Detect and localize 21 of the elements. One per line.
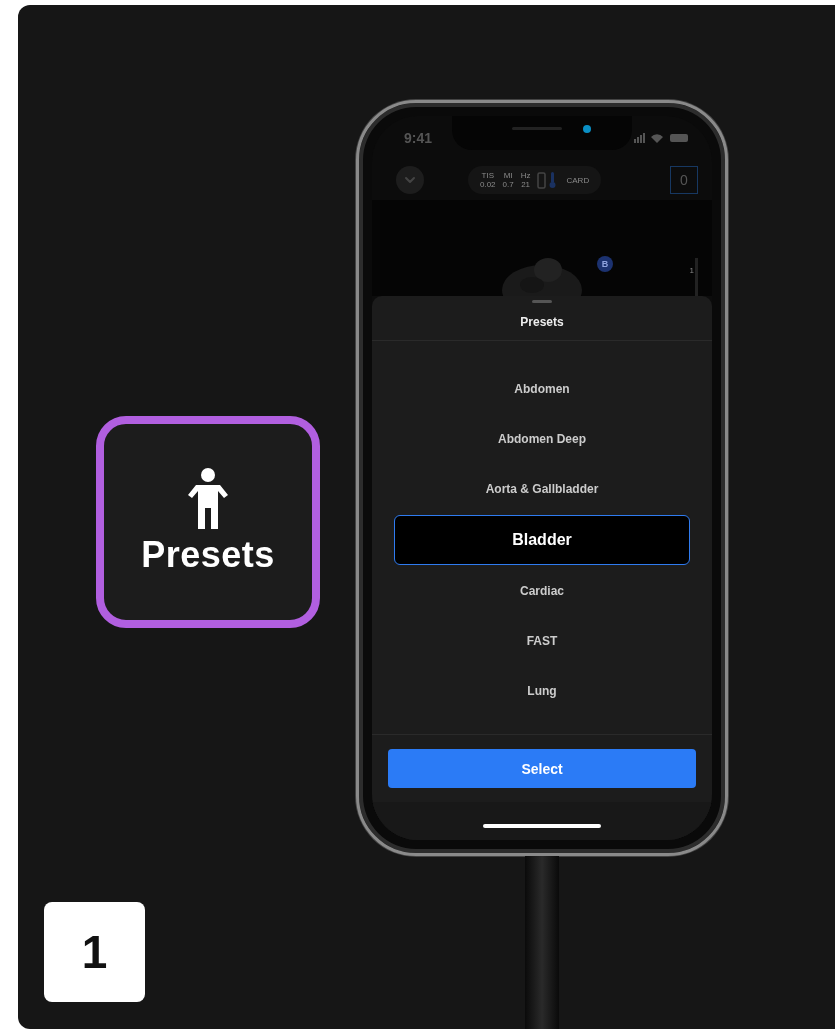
preset-item[interactable]: Lung (392, 666, 692, 716)
readout: MI 0.7 (502, 171, 514, 189)
preset-item[interactable]: Abdomen Deep (392, 414, 692, 464)
person-icon (188, 468, 228, 530)
readout: Hz 21 (520, 171, 531, 189)
sheet-handle[interactable] (532, 300, 552, 303)
preset-item[interactable]: Abdomen (392, 364, 692, 414)
readout: TIS 0.02 (480, 171, 496, 189)
preset-item[interactable]: Cardiac (392, 566, 692, 616)
mode-label: CARD (566, 175, 590, 185)
status-time: 9:41 (404, 130, 433, 146)
step-number: 1 (44, 902, 145, 1002)
status-icons (634, 133, 690, 143)
preset-item[interactable]: Bladder (394, 515, 690, 565)
sheet-title: Presets (372, 303, 712, 341)
card-label: Presets (141, 534, 275, 576)
select-button[interactable]: Select (388, 749, 696, 788)
preset-item[interactable]: Aorta & Gallbladder (392, 464, 692, 514)
preset-item[interactable]: FAST (392, 616, 692, 666)
collapse-button[interactable] (396, 166, 424, 194)
scale-label: 1 (689, 266, 694, 275)
